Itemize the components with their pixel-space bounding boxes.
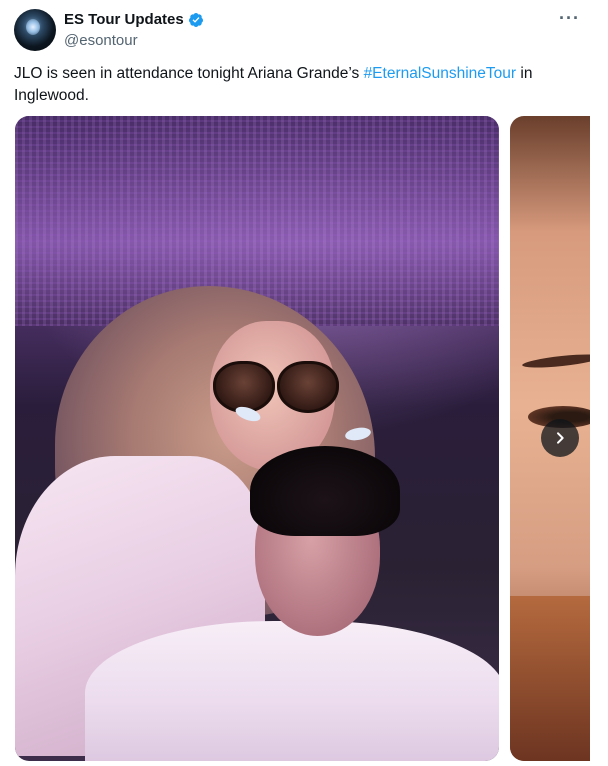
hashtag-link[interactable]: #EternalSunshineTour	[364, 65, 517, 82]
author-name-row: ES Tour Updates	[64, 11, 204, 28]
hair	[510, 596, 590, 761]
tweet-text: JLO is seen in attendance tonight Ariana…	[14, 63, 574, 107]
white-shirt	[85, 621, 499, 761]
author-handle[interactable]: @esontour	[64, 32, 138, 49]
author-avatar[interactable]	[14, 9, 56, 51]
sunglass-lens-right	[277, 361, 339, 413]
verified-badge-icon	[188, 12, 203, 27]
tweet-text-start: JLO is seen in attendance tonight Ariana…	[14, 65, 364, 82]
man-hair	[250, 446, 400, 536]
more-options-button[interactable]: ···	[559, 8, 580, 29]
author-display-name[interactable]: ES Tour Updates	[64, 11, 184, 28]
tweet-post: ES Tour Updates @esontour ··· JLO is see…	[0, 0, 608, 766]
more-horizontal-icon: ···	[559, 8, 580, 28]
avatar-image	[26, 19, 40, 35]
sunglass-lens-left	[213, 361, 275, 413]
media-next-button[interactable]	[541, 419, 579, 457]
chevron-right-icon	[557, 432, 564, 444]
media-photo-1[interactable]	[15, 116, 499, 761]
eyebrow	[521, 351, 590, 371]
